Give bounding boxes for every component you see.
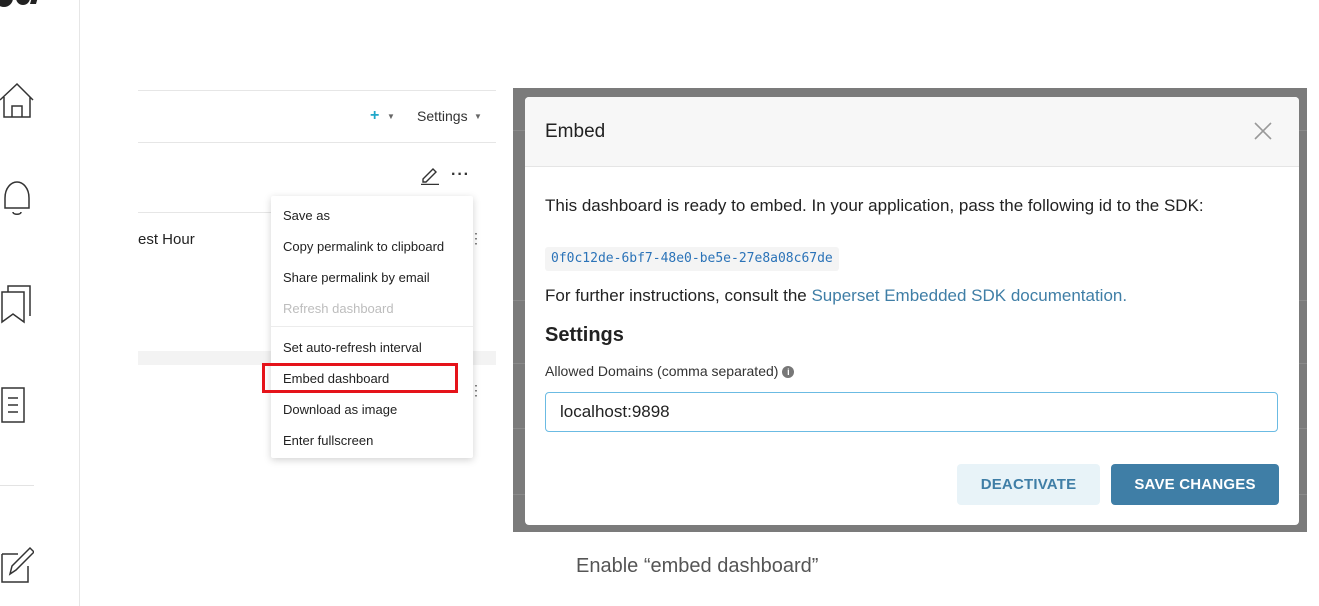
chart-title: est Hour [138,231,195,248]
modal-header: Embed [525,97,1299,167]
close-icon[interactable] [1251,119,1275,143]
allowed-domains-input[interactable] [545,392,1278,432]
menu-item-fullscreen[interactable]: Enter fullscreen [283,433,373,448]
embed-id-code: 0f0c12de-6bf7-48e0-be5e-27e8a08c67de [545,247,839,271]
save-changes-button[interactable]: SAVE CHANGES [1111,464,1279,505]
embed-modal: Embed This dashboard is ready to embed. … [525,97,1299,525]
divider [138,142,496,143]
menu-item-save-as[interactable]: Save as [283,208,330,223]
further-instructions: For further instructions, consult the Su… [545,286,1127,306]
deactivate-button[interactable]: DEACTIVATE [957,464,1100,505]
bookmarks-icon[interactable] [0,284,34,324]
menu-item-copy-permalink[interactable]: Copy permalink to clipboard [283,239,444,254]
chevron-down-icon: ▼ [474,112,482,121]
left-rail [0,0,80,606]
modal-title: Embed [545,121,606,142]
settings-dropdown[interactable]: Settings [417,108,468,124]
document-icon[interactable] [0,384,34,424]
sdk-docs-link[interactable]: Superset Embedded SDK documentation. [811,286,1127,305]
add-button[interactable]: + [370,107,379,125]
divider [138,90,496,91]
info-icon[interactable]: i [782,366,795,379]
bell-icon[interactable] [0,178,34,218]
embed-intro-text: This dashboard is ready to embed. In you… [545,196,1204,215]
menu-item-auto-refresh[interactable]: Set auto-refresh interval [283,340,422,355]
further-instructions-text: For further instructions, consult the [545,286,812,305]
dashboard-actions-menu: Save as Copy permalink to clipboard Shar… [271,196,473,458]
menu-item-share-email[interactable]: Share permalink by email [283,270,430,285]
more-actions-button[interactable]: ··· [451,166,470,184]
rail-divider [0,485,34,486]
menu-item-download-image[interactable]: Download as image [283,402,397,417]
allowed-domains-label: Allowed Domains (comma separated) [545,363,779,379]
allowed-domains-label-row: Allowed Domains (comma separated) i [545,363,795,379]
pencil-icon[interactable] [420,165,440,185]
logo-icon [0,0,38,7]
menu-divider [271,326,473,327]
menu-item-refresh-dashboard: Refresh dashboard [283,301,394,316]
figure-caption: Enable “embed dashboard” [576,555,819,577]
chevron-down-icon: ▼ [387,112,395,121]
home-icon[interactable] [0,80,34,120]
divider [138,212,271,213]
edit-icon[interactable] [0,546,34,586]
settings-heading: Settings [545,324,624,346]
embed-highlight-box [262,363,458,393]
